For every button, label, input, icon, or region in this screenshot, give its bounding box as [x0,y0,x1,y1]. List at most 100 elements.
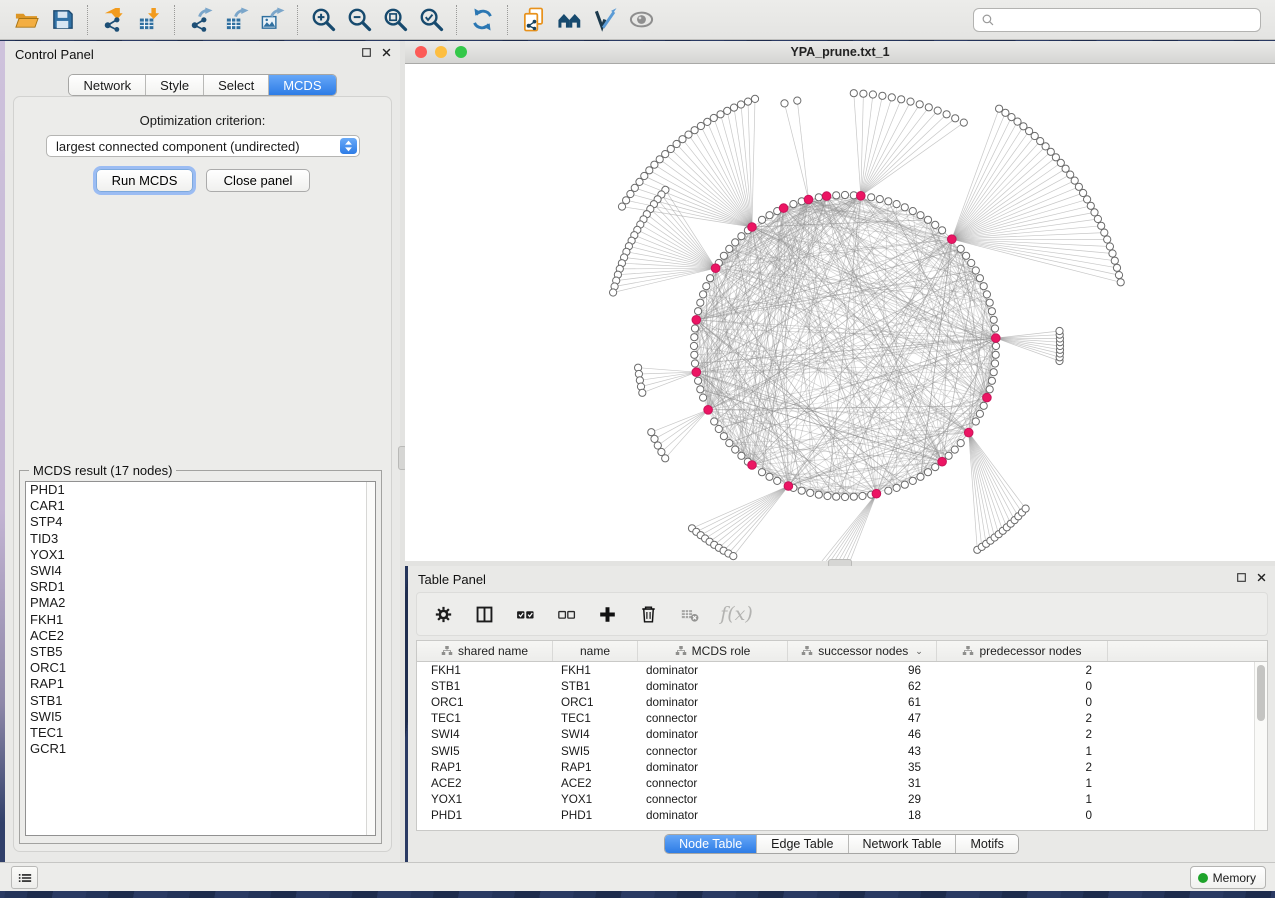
mcds-result-item[interactable]: SRD1 [26,579,375,595]
export-table-button[interactable] [218,3,254,37]
table-cell[interactable]: ORC1 [417,696,553,709]
table-cell[interactable]: 96 [788,664,937,677]
table-cell[interactable]: 35 [788,761,937,774]
save-session-button[interactable] [44,3,80,37]
style-edit-button[interactable] [587,3,623,37]
table-cell[interactable]: RAP1 [417,761,553,774]
tab-network-table[interactable]: Network Table [849,835,957,853]
table-cell[interactable]: ACE2 [553,777,638,790]
float-panel-icon[interactable] [361,47,372,58]
close-table-panel-icon[interactable] [1256,572,1267,583]
table-cell[interactable]: PHD1 [417,809,553,822]
column-header-predecessor-nodes[interactable]: predecessor nodes [937,641,1108,661]
mcds-result-list[interactable]: PHD1CAR1STP4TID3YOX1SWI4SRD1PMA2FKH1ACE2… [25,481,376,836]
table-row[interactable]: SWI5SWI5connector431 [417,743,1267,759]
column-header-MCDS-role[interactable]: MCDS role [638,641,788,661]
table-row[interactable]: YOX1YOX1connector291 [417,792,1267,808]
table-cell[interactable]: 1 [937,745,1108,758]
table-cell[interactable]: connector [638,745,788,758]
table-cell[interactable]: TEC1 [553,712,638,725]
mcds-result-item[interactable]: TID3 [26,531,375,547]
table-cell[interactable]: connector [638,777,788,790]
search-box[interactable] [973,8,1261,32]
table-cell[interactable]: 0 [937,696,1108,709]
mcds-result-item[interactable]: ACE2 [26,628,375,644]
memory-button[interactable]: Memory [1190,866,1266,889]
zoom-fit-button[interactable] [377,3,413,37]
table-cell[interactable]: YOX1 [417,793,553,806]
table-cell[interactable]: dominator [638,728,788,741]
table-cell[interactable]: dominator [638,696,788,709]
export-network-button[interactable] [182,3,218,37]
table-cell[interactable]: FKH1 [553,664,638,677]
tab-node-table[interactable]: Node Table [665,835,757,853]
table-cell[interactable]: TEC1 [417,712,553,725]
mcds-result-item[interactable]: PHD1 [26,482,375,498]
mcds-result-item[interactable]: ORC1 [26,660,375,676]
table-cell[interactable]: 31 [788,777,937,790]
table-cell[interactable]: 61 [788,696,937,709]
table-cell[interactable]: dominator [638,680,788,693]
table-cell[interactable]: 2 [937,761,1108,774]
delete-row-button[interactable] [636,602,660,626]
zoom-in-button[interactable] [305,3,341,37]
criterion-select[interactable]: largest connected component (undirected) [46,135,360,157]
import-network-button[interactable] [95,3,131,37]
table-cell[interactable]: RAP1 [553,761,638,774]
close-panel-button[interactable]: Close panel [206,169,310,192]
mcds-result-item[interactable]: STB5 [26,644,375,660]
column-header-successor-nodes[interactable]: successor nodes⌄ [788,641,937,661]
select-all-button[interactable] [513,602,537,626]
mcds-result-item[interactable]: GCR1 [26,741,375,757]
table-cell[interactable]: 47 [788,712,937,725]
network-titlebar[interactable]: YPA_prune.txt_1 [405,41,1275,64]
table-cell[interactable]: 18 [788,809,937,822]
table-cell[interactable]: 62 [788,680,937,693]
table-cell[interactable]: 2 [937,728,1108,741]
mcds-result-item[interactable]: YOX1 [26,547,375,563]
table-cell[interactable]: SWI4 [417,728,553,741]
mcds-result-item[interactable]: CAR1 [26,498,375,514]
table-scrollbar[interactable] [1254,662,1267,830]
tab-edge-table[interactable]: Edge Table [757,835,848,853]
tab-mcds[interactable]: MCDS [269,75,335,95]
export-image-button[interactable] [254,3,290,37]
deselect-all-button[interactable] [554,602,578,626]
mcds-result-item[interactable]: STP4 [26,514,375,530]
tab-network[interactable]: Network [69,75,146,95]
column-header-name[interactable]: name [553,641,638,661]
table-cell[interactable]: connector [638,712,788,725]
open-file-button[interactable] [8,3,44,37]
search-input[interactable] [995,10,1260,30]
import-table-button[interactable] [131,3,167,37]
table-row[interactable]: ACE2ACE2connector311 [417,775,1267,791]
table-cell[interactable]: 1 [937,777,1108,790]
settings-gear-button[interactable] [431,602,455,626]
column-header-shared-name[interactable]: shared name [417,641,553,661]
table-cell[interactable]: SWI5 [417,745,553,758]
table-row[interactable]: ORC1ORC1dominator610 [417,694,1267,710]
table-row[interactable]: SWI4SWI4dominator462 [417,727,1267,743]
mcds-result-item[interactable]: SWI4 [26,563,375,579]
table-row[interactable]: PHD1PHD1dominator180 [417,808,1267,824]
tab-style[interactable]: Style [146,75,204,95]
mcds-result-item[interactable]: TEC1 [26,725,375,741]
table-scrollbar-thumb[interactable] [1257,665,1265,721]
table-row[interactable]: TEC1TEC1connector472 [417,711,1267,727]
table-cell[interactable]: 46 [788,728,937,741]
show-columns-button[interactable] [472,602,496,626]
zoom-selected-button[interactable] [413,3,449,37]
table-row[interactable]: FKH1FKH1dominator962 [417,662,1267,678]
mcds-result-item[interactable]: FKH1 [26,612,375,628]
table-cell[interactable]: dominator [638,809,788,822]
add-row-button[interactable] [595,602,619,626]
table-cell[interactable]: STB1 [417,680,553,693]
table-cell[interactable]: SWI4 [553,728,638,741]
table-cell[interactable]: YOX1 [553,793,638,806]
table-cell[interactable]: dominator [638,761,788,774]
mcds-result-item[interactable]: PMA2 [26,595,375,611]
zoom-out-button[interactable] [341,3,377,37]
float-table-panel-icon[interactable] [1236,572,1247,583]
show-details-button[interactable] [623,3,659,37]
table-cell[interactable]: dominator [638,664,788,677]
